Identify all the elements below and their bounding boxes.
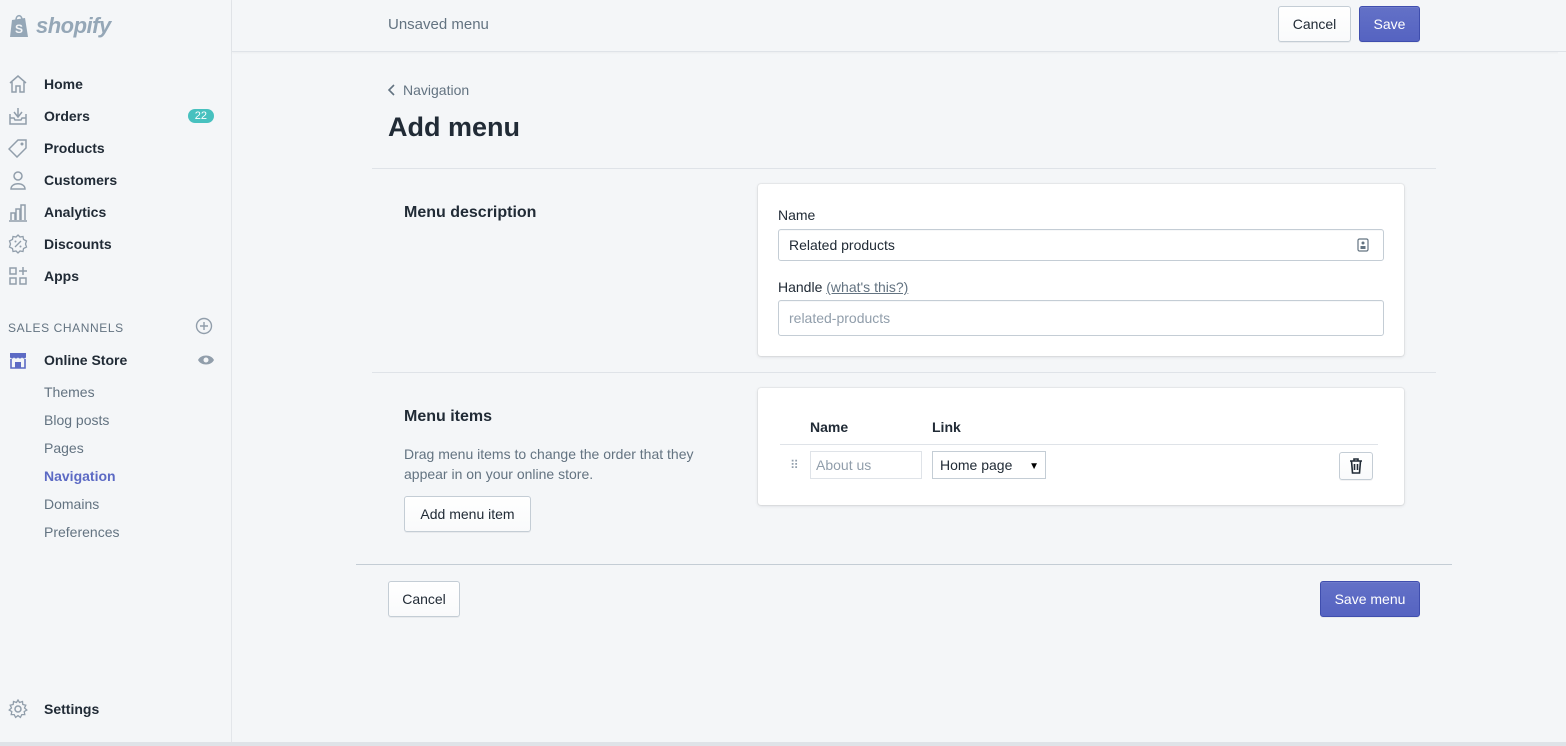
- sidebar-item-products[interactable]: Products: [0, 132, 231, 164]
- tag-icon: [8, 138, 28, 158]
- eye-icon[interactable]: [197, 351, 215, 374]
- shopify-logo[interactable]: S shopify: [0, 0, 231, 52]
- sidebar-item-home[interactable]: Home: [0, 68, 231, 100]
- sidebar-item-label: Home: [44, 76, 83, 92]
- sidebar-item-label: Settings: [44, 701, 100, 717]
- handle-label: Handle (what's this?): [778, 279, 909, 295]
- name-field[interactable]: Related products: [778, 229, 1384, 261]
- section-divider: [372, 372, 1436, 373]
- sidebar-item-label: Customers: [44, 172, 118, 188]
- table-header-divider: [780, 444, 1378, 445]
- footer-cancel-button[interactable]: Cancel: [388, 581, 460, 617]
- menu-item-link-value: Home page: [940, 457, 1013, 473]
- footer-divider: [356, 564, 1452, 565]
- column-header-link: Link: [932, 419, 961, 435]
- caret-down-icon: ▼: [1029, 461, 1039, 472]
- breadcrumb-label: Navigation: [403, 82, 470, 98]
- orders-icon: [8, 106, 28, 126]
- menu-description-title: Menu description: [404, 204, 537, 221]
- sidebar-item-label: Orders: [44, 108, 90, 124]
- gear-icon: [8, 699, 28, 719]
- whats-this-link[interactable]: (what's this?): [826, 279, 908, 295]
- add-circle-icon[interactable]: [195, 317, 213, 340]
- delete-menu-item-button[interactable]: [1339, 452, 1373, 480]
- bar-chart-icon: [8, 202, 28, 222]
- store-icon: [8, 350, 28, 370]
- column-header-name: Name: [810, 419, 849, 435]
- menu-items-card: Name Link ⠿ About us Home page ▼: [758, 388, 1404, 505]
- bottom-edge: [0, 742, 1566, 746]
- sidebar-item-discounts[interactable]: Discounts: [0, 228, 231, 260]
- drag-handle-icon[interactable]: ⠿: [790, 458, 799, 472]
- main-content: Navigation Add menu Menu description Nam…: [232, 52, 1566, 746]
- orders-count-badge: 22: [187, 109, 214, 123]
- top-bar: Unsaved menu Cancel Save: [232, 0, 1566, 52]
- subnav-item-domains[interactable]: Domains: [0, 490, 231, 518]
- subnav-item-themes[interactable]: Themes: [0, 378, 231, 406]
- trash-icon: [1350, 458, 1362, 474]
- contact-card-icon: [1357, 238, 1369, 255]
- save-menu-button[interactable]: Save menu: [1320, 581, 1420, 617]
- discount-icon: [8, 234, 28, 254]
- name-label: Name: [778, 207, 816, 223]
- sidebar-item-customers[interactable]: Customers: [0, 164, 231, 196]
- sidebar-item-label: Products: [44, 140, 105, 156]
- name-field-value: Related products: [789, 237, 895, 253]
- sidebar-item-label: Apps: [44, 268, 79, 284]
- sales-channels-title: SALES CHANNELS: [8, 321, 124, 335]
- topbar-title: Unsaved menu: [388, 16, 489, 33]
- sidebar-item-settings[interactable]: Settings: [0, 693, 231, 725]
- menu-items-title: Menu items: [404, 408, 493, 425]
- sidebar-item-apps[interactable]: Apps: [0, 260, 231, 292]
- apps-icon: [8, 266, 28, 286]
- handle-field[interactable]: related-products: [778, 300, 1384, 336]
- shopify-bag-icon: S: [8, 13, 32, 39]
- subnav-item-pages[interactable]: Pages: [0, 434, 231, 462]
- top-save-button[interactable]: Save: [1359, 6, 1420, 42]
- add-menu-item-button[interactable]: Add menu item: [404, 496, 531, 532]
- breadcrumb[interactable]: Navigation: [387, 82, 469, 98]
- subnav-item-preferences[interactable]: Preferences: [0, 518, 231, 546]
- top-cancel-button[interactable]: Cancel: [1278, 6, 1351, 42]
- header-divider: [372, 168, 1436, 169]
- sidebar-item-label: Online Store: [44, 352, 128, 368]
- sidebar-item-online-store[interactable]: Online Store: [0, 344, 231, 376]
- sidebar: S shopify Home Orders 22 Products Custom…: [0, 0, 232, 746]
- page-title: Add menu: [388, 112, 520, 142]
- sales-channels-header: SALES CHANNELS: [0, 312, 231, 344]
- main-nav: Home Orders 22 Products Customers Analyt…: [0, 68, 231, 292]
- sidebar-item-label: Discounts: [44, 236, 112, 252]
- handle-field-placeholder: related-products: [789, 310, 891, 326]
- sidebar-item-analytics[interactable]: Analytics: [0, 196, 231, 228]
- person-icon: [8, 170, 28, 190]
- sidebar-item-label: Analytics: [44, 204, 107, 220]
- subnav-item-navigation[interactable]: Navigation: [0, 462, 231, 490]
- brand-name: shopify: [36, 13, 111, 38]
- svg-text:S: S: [15, 22, 23, 36]
- online-store-subnav: Themes Blog posts Pages Navigation Domai…: [0, 378, 231, 546]
- sidebar-item-orders[interactable]: Orders 22: [0, 100, 231, 132]
- menu-description-card: Name Related products Handle (what's thi…: [758, 184, 1404, 356]
- menu-item-name-input[interactable]: About us: [810, 451, 922, 479]
- scrollbar[interactable]: [1558, 52, 1566, 746]
- menu-item-link-select[interactable]: Home page ▼: [932, 451, 1046, 479]
- menu-items-description: Drag menu items to change the order that…: [404, 446, 694, 482]
- chevron-left-icon: [387, 84, 395, 96]
- subnav-item-blog-posts[interactable]: Blog posts: [0, 406, 231, 434]
- home-icon: [8, 74, 28, 94]
